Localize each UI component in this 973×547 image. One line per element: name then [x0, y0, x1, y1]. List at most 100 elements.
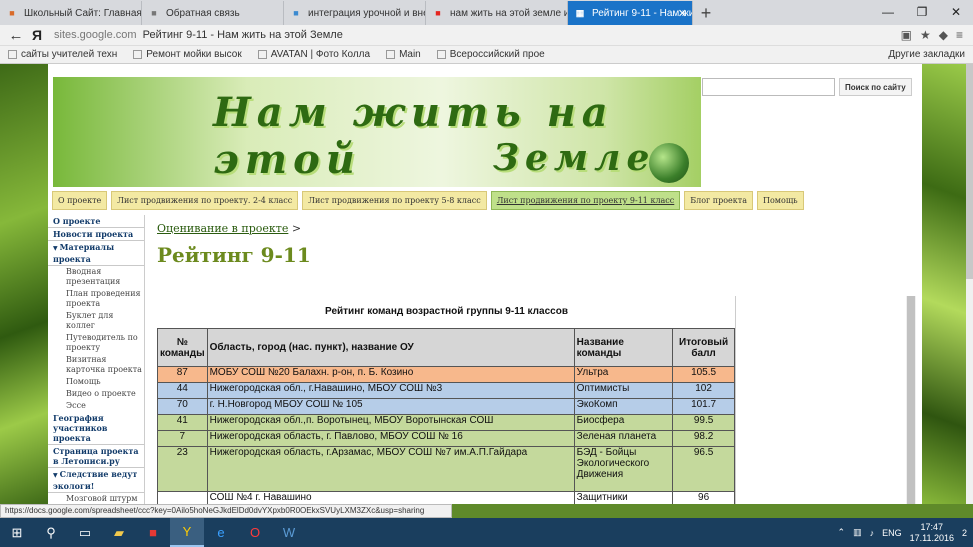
rating-table: № команды Область, город (нас. пункт), на… — [157, 328, 735, 504]
main-content: Оценивание в проекте > Рейтинг 9-11 — [157, 222, 837, 267]
browser-tab[interactable]: ■ Школьный Сайт: Главная — [0, 1, 142, 25]
bookmark-item[interactable]: Ремонт мойки высок — [125, 49, 249, 60]
table-row: 44 Нижегородская обл., г.Навашино, МБОУ С… — [157, 382, 735, 399]
system-tray: ⌃ ▥ ♪ ENG 17:47 17.11.2016 2 — [838, 522, 973, 544]
tab-label: интеграция урочной и вне — [308, 7, 426, 19]
browser-tab[interactable]: ■ нам жить на этой земле ис — [426, 1, 568, 25]
sidebar-item[interactable]: План проведения проекта — [48, 288, 144, 310]
tab-bar: ■ Школьный Сайт: Главная ■ Обратная связь ■ и… — [0, 0, 973, 25]
nav-item[interactable]: Блог проекта — [684, 191, 753, 210]
store-icon[interactable]: ■ — [136, 518, 170, 547]
browser-tab[interactable]: ■ Обратная связь — [142, 1, 284, 25]
bookmark-icon — [386, 50, 396, 59]
volume-icon[interactable]: ♪ — [870, 528, 875, 538]
triangle-down-icon[interactable]: ▼ — [53, 245, 58, 252]
sidebar-item[interactable]: ▼ Следствие ведут экологи! — [48, 468, 144, 493]
table-cell: СОШ №4 г. Навашино — [206, 491, 575, 504]
language-indicator[interactable]: ENG — [882, 528, 902, 538]
other-bookmarks[interactable]: Другие закладки — [880, 49, 973, 60]
sidebar-item[interactable]: Мозговой штурм — [48, 493, 144, 504]
file-explorer-icon[interactable]: ▰ — [102, 518, 136, 547]
notification-badge[interactable]: 2 — [962, 528, 967, 538]
opera-icon[interactable]: O — [238, 518, 272, 547]
table-row: СОШ №4 г. Навашино Защитники 96 — [157, 491, 735, 504]
minimize-icon[interactable]: — — [871, 0, 905, 24]
breadcrumb: Оценивание в проекте > — [157, 222, 837, 235]
browser-tab-active[interactable]: ▦ Рейтинг 9-11 - Нам жить ✕ — [568, 1, 693, 25]
sidebar-item[interactable]: География участников проекта — [48, 412, 144, 445]
close-icon[interactable]: ✕ — [939, 0, 973, 24]
bookmark-item[interactable]: AVATAN | Фото Колла — [250, 49, 378, 60]
triangle-down-icon[interactable]: ▼ — [53, 472, 58, 479]
sidebar-item[interactable]: О проекте — [48, 215, 144, 228]
sidebar-item[interactable]: Эссе — [48, 400, 144, 412]
sidebar-item[interactable]: Новости проекта — [48, 228, 144, 241]
sidebar-item-label: География участников проекта — [53, 413, 108, 443]
address-bar: ← Я sites.google.com Рейтинг 9-11 - Нам … — [0, 25, 973, 46]
bookmark-item[interactable]: Main — [378, 49, 429, 60]
table-row: 41 Нижегородская обл.,п. Воротынец, МБОУ … — [157, 414, 735, 431]
star-icon[interactable]: ★ — [920, 28, 931, 42]
restore-icon[interactable]: ❐ — [905, 0, 939, 24]
yandex-browser-icon[interactable]: Y — [170, 518, 204, 547]
yandex-icon[interactable]: Я — [32, 27, 54, 43]
search-icon[interactable]: ⚲ — [34, 518, 68, 547]
search-input[interactable] — [702, 78, 835, 96]
tab-label: Обратная связь — [166, 7, 240, 19]
menu-icon[interactable]: ≡ — [956, 28, 963, 42]
sidebar-item[interactable]: Буклет для коллег — [48, 310, 144, 332]
bookmark-label: Всероссийский прое — [449, 49, 545, 60]
bookmark-icon — [436, 50, 446, 59]
windows-start-icon[interactable]: ⊞ — [0, 518, 34, 547]
table-cell — [157, 491, 208, 504]
edge-icon[interactable]: e — [204, 518, 238, 547]
banner-line-2: Земле — [493, 137, 656, 179]
breadcrumb-link[interactable]: Оценивание в проекте — [157, 222, 288, 235]
sidebar-item-label: Путеводитель по проекту — [66, 333, 138, 352]
frame-scrollbar[interactable] — [906, 296, 916, 504]
word-icon[interactable]: W — [272, 518, 306, 547]
sidebar-item[interactable]: Страница проекта в Летописи.ру — [48, 445, 144, 468]
nav-item[interactable]: О проекте — [52, 191, 108, 210]
sidebar-item[interactable]: Визитная карточка проекта — [48, 354, 144, 376]
nav-item[interactable]: Лист продвижения по проекту. 2-4 класс — [111, 191, 299, 210]
nav-item[interactable]: Лист продвижения по проекту 9-11 класс — [490, 191, 681, 210]
sidebar-item[interactable]: Видео о проекте — [48, 388, 144, 400]
reader-icon[interactable]: ▣ — [901, 28, 912, 42]
bookmark-icon — [133, 50, 143, 59]
sidebar-item-label: Мозговой штурм — [66, 494, 138, 503]
url-field[interactable]: sites.google.com Рейтинг 9-11 - Нам жить… — [54, 29, 901, 41]
search-button[interactable]: Поиск по сайту — [839, 78, 912, 96]
table-cell: 102 — [672, 382, 735, 399]
sidebar-item[interactable]: ▼ Материалы проекта — [48, 241, 144, 266]
clock[interactable]: 17:47 17.11.2016 — [910, 522, 954, 544]
sidebar-item-label: Визитная карточка проекта — [66, 355, 142, 374]
bookmark-item[interactable]: сайты учителей техн — [0, 49, 125, 60]
browser-tab[interactable]: ■ интеграция урочной и вне — [284, 1, 426, 25]
nav-item[interactable]: Помощь — [756, 191, 804, 210]
new-tab-icon[interactable]: + — [693, 1, 719, 25]
close-tab-icon[interactable]: ✕ — [678, 7, 687, 20]
bookmark-label: Ремонт мойки высок — [146, 49, 242, 60]
yandex-icon: ■ — [435, 8, 441, 18]
clock-date: 17.11.2016 — [909, 532, 954, 543]
extension-icon[interactable]: ◆ — [939, 28, 948, 42]
bookmark-label: сайты учителей техн — [21, 49, 118, 60]
sidebar-item[interactable]: Путеводитель по проекту — [48, 332, 144, 354]
bookmark-item[interactable]: Всероссийский прое — [429, 49, 553, 60]
frame-scrollbar-thumb[interactable] — [907, 296, 915, 504]
nav-item[interactable]: Лист продвижения по проекту 5-8 класс — [302, 191, 487, 210]
page-scrollbar[interactable] — [966, 64, 973, 504]
bookmark-icon — [257, 50, 267, 59]
network-icon[interactable]: ▥ — [853, 527, 862, 538]
url-host: sites.google.com — [54, 29, 137, 41]
chevron-up-icon[interactable]: ⌃ — [838, 527, 846, 538]
back-icon[interactable]: ← — [0, 27, 32, 44]
task-view-icon[interactable]: ▭ — [68, 518, 102, 547]
window-controls: — ❐ ✕ — [871, 0, 973, 24]
sidebar-item[interactable]: Вводная презентация — [48, 266, 144, 288]
breadcrumb-separator: > — [291, 222, 302, 235]
sidebar-item[interactable]: Помощь — [48, 376, 144, 388]
page-scrollbar-thumb[interactable] — [966, 64, 973, 279]
sidebar-item-label: Помощь — [66, 377, 101, 386]
